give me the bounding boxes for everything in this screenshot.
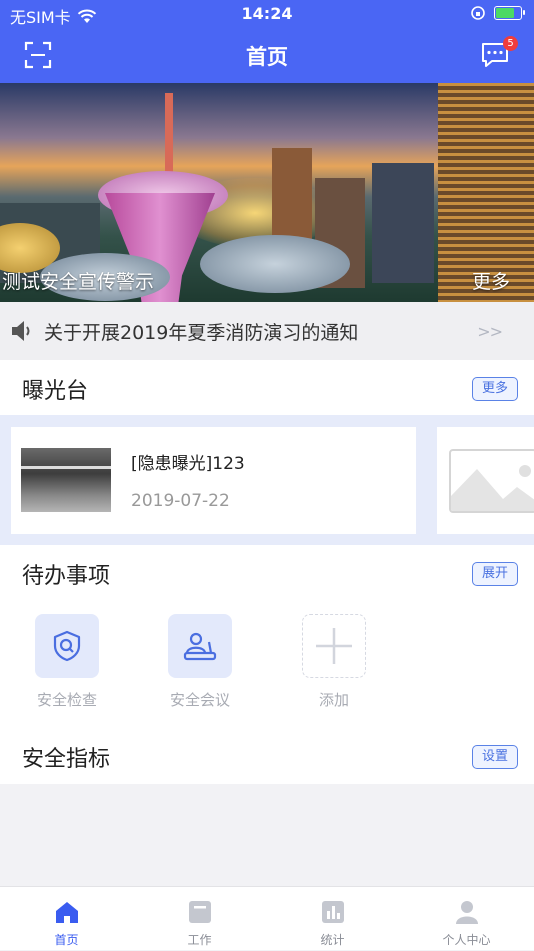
tab-label: 工作 (187, 933, 212, 947)
tab-profile[interactable]: 个人中心 (400, 887, 533, 951)
page-title: 首页 (246, 45, 288, 69)
speaker-icon (12, 321, 30, 341)
exposure-thumbnail (21, 448, 111, 512)
indicators-settings-button[interactable]: 设置 (471, 745, 518, 769)
battery-icon (494, 6, 525, 20)
user-icon (455, 901, 478, 924)
todo-heading: 待办事项 (22, 564, 111, 589)
todo-item-safety-inspection[interactable]: 安全检查 (17, 614, 117, 710)
todo-expand-button[interactable]: 展开 (471, 562, 518, 586)
status-right (470, 5, 525, 21)
todo-item-add[interactable]: 添加 (284, 614, 384, 710)
tab-home[interactable]: 首页 (0, 887, 133, 951)
exposure-date: 2019-07-22 (131, 491, 230, 511)
clock: 14:24 (241, 4, 293, 23)
todo-item-label: 安全会议 (169, 691, 230, 709)
plus-icon (302, 614, 366, 678)
nav-bar: 首页 5 (0, 28, 534, 83)
status-bar: 无SIM卡 14:24 (0, 0, 534, 28)
todo-item-safety-meeting[interactable]: 安全会议 (150, 614, 250, 710)
exposure-carousel[interactable]: [隐患曝光]123 2019-07-22 (0, 415, 534, 545)
exposure-header: 曝光台 更多 (0, 360, 534, 416)
image-placeholder-icon (449, 449, 534, 513)
notice-bar[interactable]: 关于开展2019年夏季消防演习的通知 >> (0, 302, 534, 360)
todo-item-label: 添加 (318, 691, 349, 709)
notice-text: 关于开展2019年夏季消防演习的通知 (44, 321, 359, 344)
indicators-heading: 安全指标 (22, 747, 111, 772)
tab-statistics[interactable]: 统计 (266, 887, 399, 951)
tab-label: 统计 (320, 933, 345, 947)
indicators-header: 安全指标 设置 (0, 728, 534, 784)
banner-more-link[interactable]: 更多 (472, 267, 510, 294)
shield-search-icon (35, 614, 99, 678)
notice-arrow[interactable]: >> (477, 322, 503, 341)
work-icon (188, 901, 211, 923)
exposure-heading: 曝光台 (22, 379, 89, 404)
banner-building (372, 163, 434, 283)
meeting-icon (168, 614, 232, 678)
tab-bar: 首页 工作 统计 个人中心 (0, 886, 534, 950)
todo-grid: 安全检查 安全会议 添加 (0, 601, 534, 731)
banner-caption: 测试安全宣传警示 (2, 271, 155, 293)
exposure-title: [隐患曝光]123 (131, 454, 245, 474)
home-icon (55, 902, 78, 923)
exposure-more-button[interactable]: 更多 (471, 377, 518, 401)
tab-label: 首页 (54, 933, 79, 947)
todo-item-label: 安全检查 (36, 691, 97, 709)
tab-work[interactable]: 工作 (133, 887, 266, 951)
tab-label: 个人中心 (442, 933, 491, 947)
exposure-card-next[interactable] (437, 427, 534, 534)
promo-banner[interactable]: 测试安全宣传警示 更多 (0, 83, 534, 302)
banner-dome (200, 235, 350, 293)
exposure-card[interactable]: [隐患曝光]123 2019-07-22 (11, 427, 416, 534)
chart-icon (321, 901, 344, 923)
todo-header: 待办事项 展开 (0, 545, 534, 601)
orientation-lock-icon (471, 6, 485, 20)
message-badge: 5 (503, 36, 518, 51)
